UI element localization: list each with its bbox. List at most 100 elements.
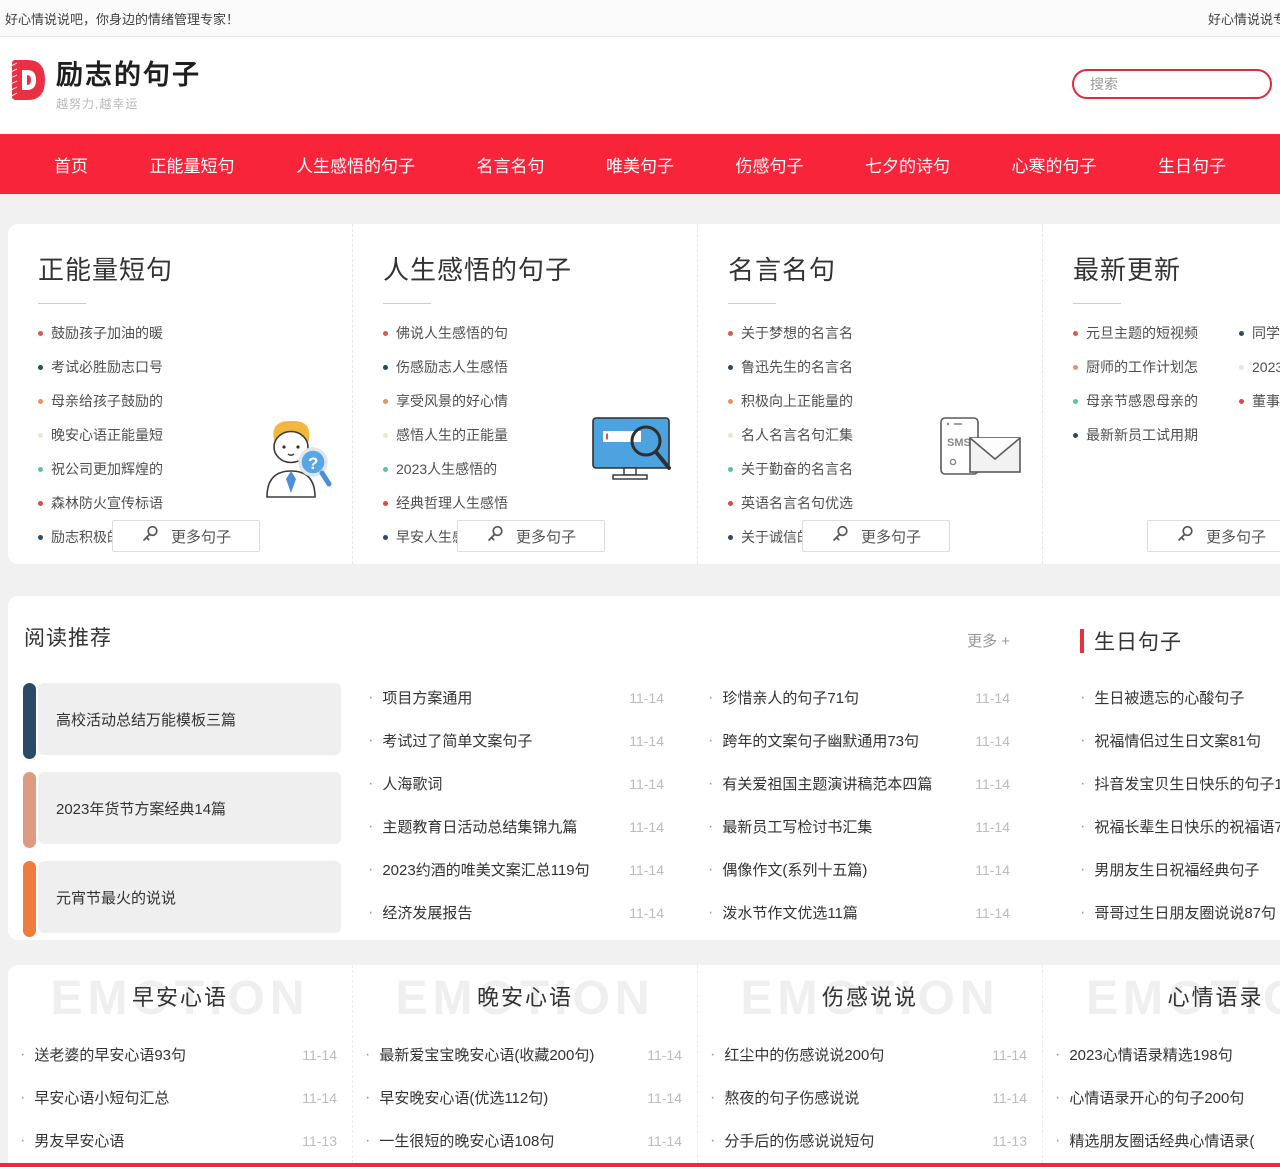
nav-item[interactable]: 首页 bbox=[54, 152, 88, 177]
article-date: 11-14 bbox=[992, 1090, 1027, 1106]
article-row[interactable]: 男朋友生日祝福经典句子 bbox=[1080, 848, 1280, 891]
article-row[interactable]: 2023约酒的唯美文案汇总119句11-14 bbox=[368, 848, 664, 891]
bullet-icon bbox=[383, 365, 388, 370]
hub-column-title[interactable]: 最新更新 bbox=[1073, 250, 1280, 287]
more-sentences-button[interactable]: 更多句子 bbox=[112, 520, 260, 552]
nav-item[interactable]: 生日句子 bbox=[1158, 152, 1226, 177]
featured-card[interactable]: 元宵节最火的说说 bbox=[23, 861, 343, 937]
hub-article-link[interactable]: 董事长 bbox=[1239, 384, 1280, 418]
more-sentences-button[interactable]: 更多句子 bbox=[1147, 520, 1280, 552]
hub-article-link[interactable]: 英语名言名句优选 bbox=[728, 486, 871, 520]
article-row[interactable]: 熬夜的句子伤感说说11-14 bbox=[710, 1076, 1027, 1119]
hub-article-link[interactable]: 伤感励志人生感悟 bbox=[383, 350, 526, 384]
bullet-icon bbox=[368, 775, 373, 793]
hub-article-link[interactable]: 晚安心语正能量短 bbox=[38, 418, 181, 452]
article-row[interactable]: 早安心语小短句汇总11-14 bbox=[20, 1076, 337, 1119]
bullet-icon bbox=[710, 1046, 715, 1064]
hub-article-link[interactable]: 考试必胜励志口号 bbox=[38, 350, 181, 384]
article-row[interactable]: 主题教育日活动总结集锦九篇11-14 bbox=[368, 805, 664, 848]
article-row[interactable]: 祝福长辈生日快乐的祝福语7 bbox=[1080, 805, 1280, 848]
hub-article-label: 考试必胜励志口号 bbox=[51, 357, 163, 377]
hub-article-link[interactable]: 名人名言名句汇集 bbox=[728, 418, 871, 452]
more-link[interactable]: 更多 + bbox=[708, 630, 1010, 651]
nav-item[interactable]: 人生感悟的句子 bbox=[296, 152, 415, 177]
hub-article-link[interactable]: 最新新员工试用期 bbox=[1073, 418, 1239, 452]
more-sentences-button[interactable]: 更多句子 bbox=[802, 520, 950, 552]
article-row[interactable]: 抖音发宝贝生日快乐的句子1 bbox=[1080, 762, 1280, 805]
topbar-right-link[interactable]: 好心情说说专题 bbox=[1208, 9, 1280, 28]
hub-article-link[interactable]: 佛说人生感悟的句 bbox=[383, 316, 549, 350]
emotion-column-title[interactable]: 伤感说说 bbox=[698, 969, 1042, 1027]
article-row[interactable]: 男友早安心语11-13 bbox=[20, 1119, 337, 1162]
article-row[interactable]: 最新员工写检讨书汇集11-14 bbox=[708, 805, 1010, 848]
article-row[interactable]: 跨年的文案句子幽默通用73句11-14 bbox=[708, 719, 1010, 762]
nav-item[interactable]: 正能量短句 bbox=[150, 152, 235, 177]
search-button[interactable] bbox=[1273, 71, 1280, 97]
featured-card[interactable]: 高校活动总结万能模板三篇 bbox=[23, 683, 343, 759]
bullet-icon bbox=[1073, 433, 1078, 438]
title-underline bbox=[728, 303, 776, 304]
bullet-icon bbox=[728, 535, 733, 540]
bullet-icon bbox=[38, 535, 43, 540]
article-row[interactable]: 送老婆的早安心语93句11-14 bbox=[20, 1033, 337, 1076]
nav-item[interactable]: 名言名句 bbox=[477, 152, 545, 177]
birthday-sentences-list: 生日被遗忘的心酸句子祝福情侣过生日文案81句抖音发宝贝生日快乐的句子1祝福长辈生… bbox=[1080, 676, 1280, 934]
search-input[interactable] bbox=[1088, 75, 1273, 93]
nav-item[interactable]: 心寒的句子 bbox=[1012, 152, 1097, 177]
hub-article-link[interactable]: 关于梦想的名言名 bbox=[728, 316, 894, 350]
more-sentences-button[interactable]: 更多句子 bbox=[457, 520, 605, 552]
article-row[interactable]: 最新爱宝宝晚安心语(收藏200句)11-14 bbox=[365, 1033, 682, 1076]
article-row[interactable]: 泼水节作文优选11篇11-14 bbox=[708, 891, 1010, 934]
emotion-column-title[interactable]: 早安心语 bbox=[8, 969, 352, 1027]
article-row[interactable]: 一生很短的晚安心语108句11-14 bbox=[365, 1119, 682, 1162]
article-row[interactable]: 红尘中的伤感说说200句11-14 bbox=[710, 1033, 1027, 1076]
hub-column-title[interactable]: 名言名句 bbox=[728, 250, 1042, 287]
hub-article-link[interactable]: 元旦主题的短视频 bbox=[1073, 316, 1239, 350]
hub-article-link[interactable]: 感悟人生的正能量 bbox=[383, 418, 526, 452]
hub-article-link[interactable]: 经典哲理人生感悟 bbox=[383, 486, 526, 520]
article-row[interactable]: 2023心情语录精选198句 bbox=[1055, 1033, 1280, 1076]
emotion-column-title[interactable]: 晚安心语 bbox=[353, 969, 697, 1027]
hub-article-link[interactable]: 积极向上正能量的 bbox=[728, 384, 894, 418]
site-logo[interactable]: 励志的句子 越努力,越幸运 bbox=[8, 57, 201, 112]
hub-article-link[interactable]: 2023年 bbox=[1239, 350, 1280, 384]
article-row[interactable]: 偶像作文(系列十五篇)11-14 bbox=[708, 848, 1010, 891]
hub-article-link[interactable]: 鼓励孩子加油的暖 bbox=[38, 316, 204, 350]
hub-column-title[interactable]: 人生感悟的句子 bbox=[383, 250, 697, 287]
hub-article-link[interactable]: 鲁迅先生的名言名 bbox=[728, 350, 871, 384]
emotion-column-title[interactable]: 心情语录 bbox=[1043, 969, 1280, 1027]
site-slogan: 好心情说说吧，你身边的情绪管理专家！ bbox=[5, 9, 239, 28]
hub-article-link[interactable]: 母亲节感恩母亲的 bbox=[1073, 384, 1239, 418]
article-row[interactable]: 珍惜亲人的句子71句11-14 bbox=[708, 676, 1010, 719]
hub-article-link[interactable]: 母亲给孩子鼓励的 bbox=[38, 384, 204, 418]
hub-article-link[interactable]: 2023人生感悟的 bbox=[383, 452, 549, 486]
article-row[interactable]: 祝福情侣过生日文案81句 bbox=[1080, 719, 1280, 762]
hub-article-link[interactable]: 祝公司更加辉煌的 bbox=[38, 452, 204, 486]
article-row[interactable]: 经济发展报告11-14 bbox=[368, 891, 664, 934]
article-row[interactable]: 考试过了简单文案句子11-14 bbox=[368, 719, 664, 762]
hub-column-title[interactable]: 正能量短句 bbox=[38, 250, 352, 287]
birthday-sentences-title[interactable]: 生日句子 bbox=[1094, 626, 1182, 656]
article-row[interactable]: 有关爱祖国主题演讲稿范本四篇11-14 bbox=[708, 762, 1010, 805]
article-row[interactable]: 项目方案通用11-14 bbox=[368, 676, 664, 719]
article-title: 最新员工写检讨书汇集 bbox=[722, 816, 967, 837]
nav-item[interactable]: 伤感句子 bbox=[736, 152, 804, 177]
article-row[interactable]: 早安晚安心语(优选112句)11-14 bbox=[365, 1076, 682, 1119]
hub-article-link[interactable]: 同学聚 bbox=[1239, 316, 1280, 350]
article-row[interactable]: 心情语录开心的句子200句 bbox=[1055, 1076, 1280, 1119]
article-row[interactable]: 分手后的伤感说说短句11-13 bbox=[710, 1119, 1027, 1162]
hub-article-link[interactable]: 关于勤奋的名言名 bbox=[728, 452, 894, 486]
article-row[interactable]: 人海歌词11-14 bbox=[368, 762, 664, 805]
hub-article-link[interactable]: 森林防火宣传标语 bbox=[38, 486, 181, 520]
article-row[interactable]: 哥哥过生日朋友圈说说87句 bbox=[1080, 891, 1280, 934]
article-row[interactable]: 生日被遗忘的心酸句子 bbox=[1080, 676, 1280, 719]
nav-item[interactable]: 唯美句子 bbox=[606, 152, 674, 177]
article-row[interactable]: 精选朋友圈话经典心情语录( bbox=[1055, 1119, 1280, 1162]
bullet-icon bbox=[383, 467, 388, 472]
hub-article-link[interactable]: 厨师的工作计划怎 bbox=[1073, 350, 1239, 384]
featured-card[interactable]: 2023年货节方案经典14篇 bbox=[23, 772, 343, 848]
hub-article-link[interactable]: 享受风景的好心情 bbox=[383, 384, 549, 418]
article-title: 送老婆的早安心语93句 bbox=[34, 1044, 294, 1065]
nav-item[interactable]: 七夕的诗句 bbox=[865, 152, 950, 177]
article-title: 2023约酒的唯美文案汇总119句 bbox=[382, 859, 621, 880]
